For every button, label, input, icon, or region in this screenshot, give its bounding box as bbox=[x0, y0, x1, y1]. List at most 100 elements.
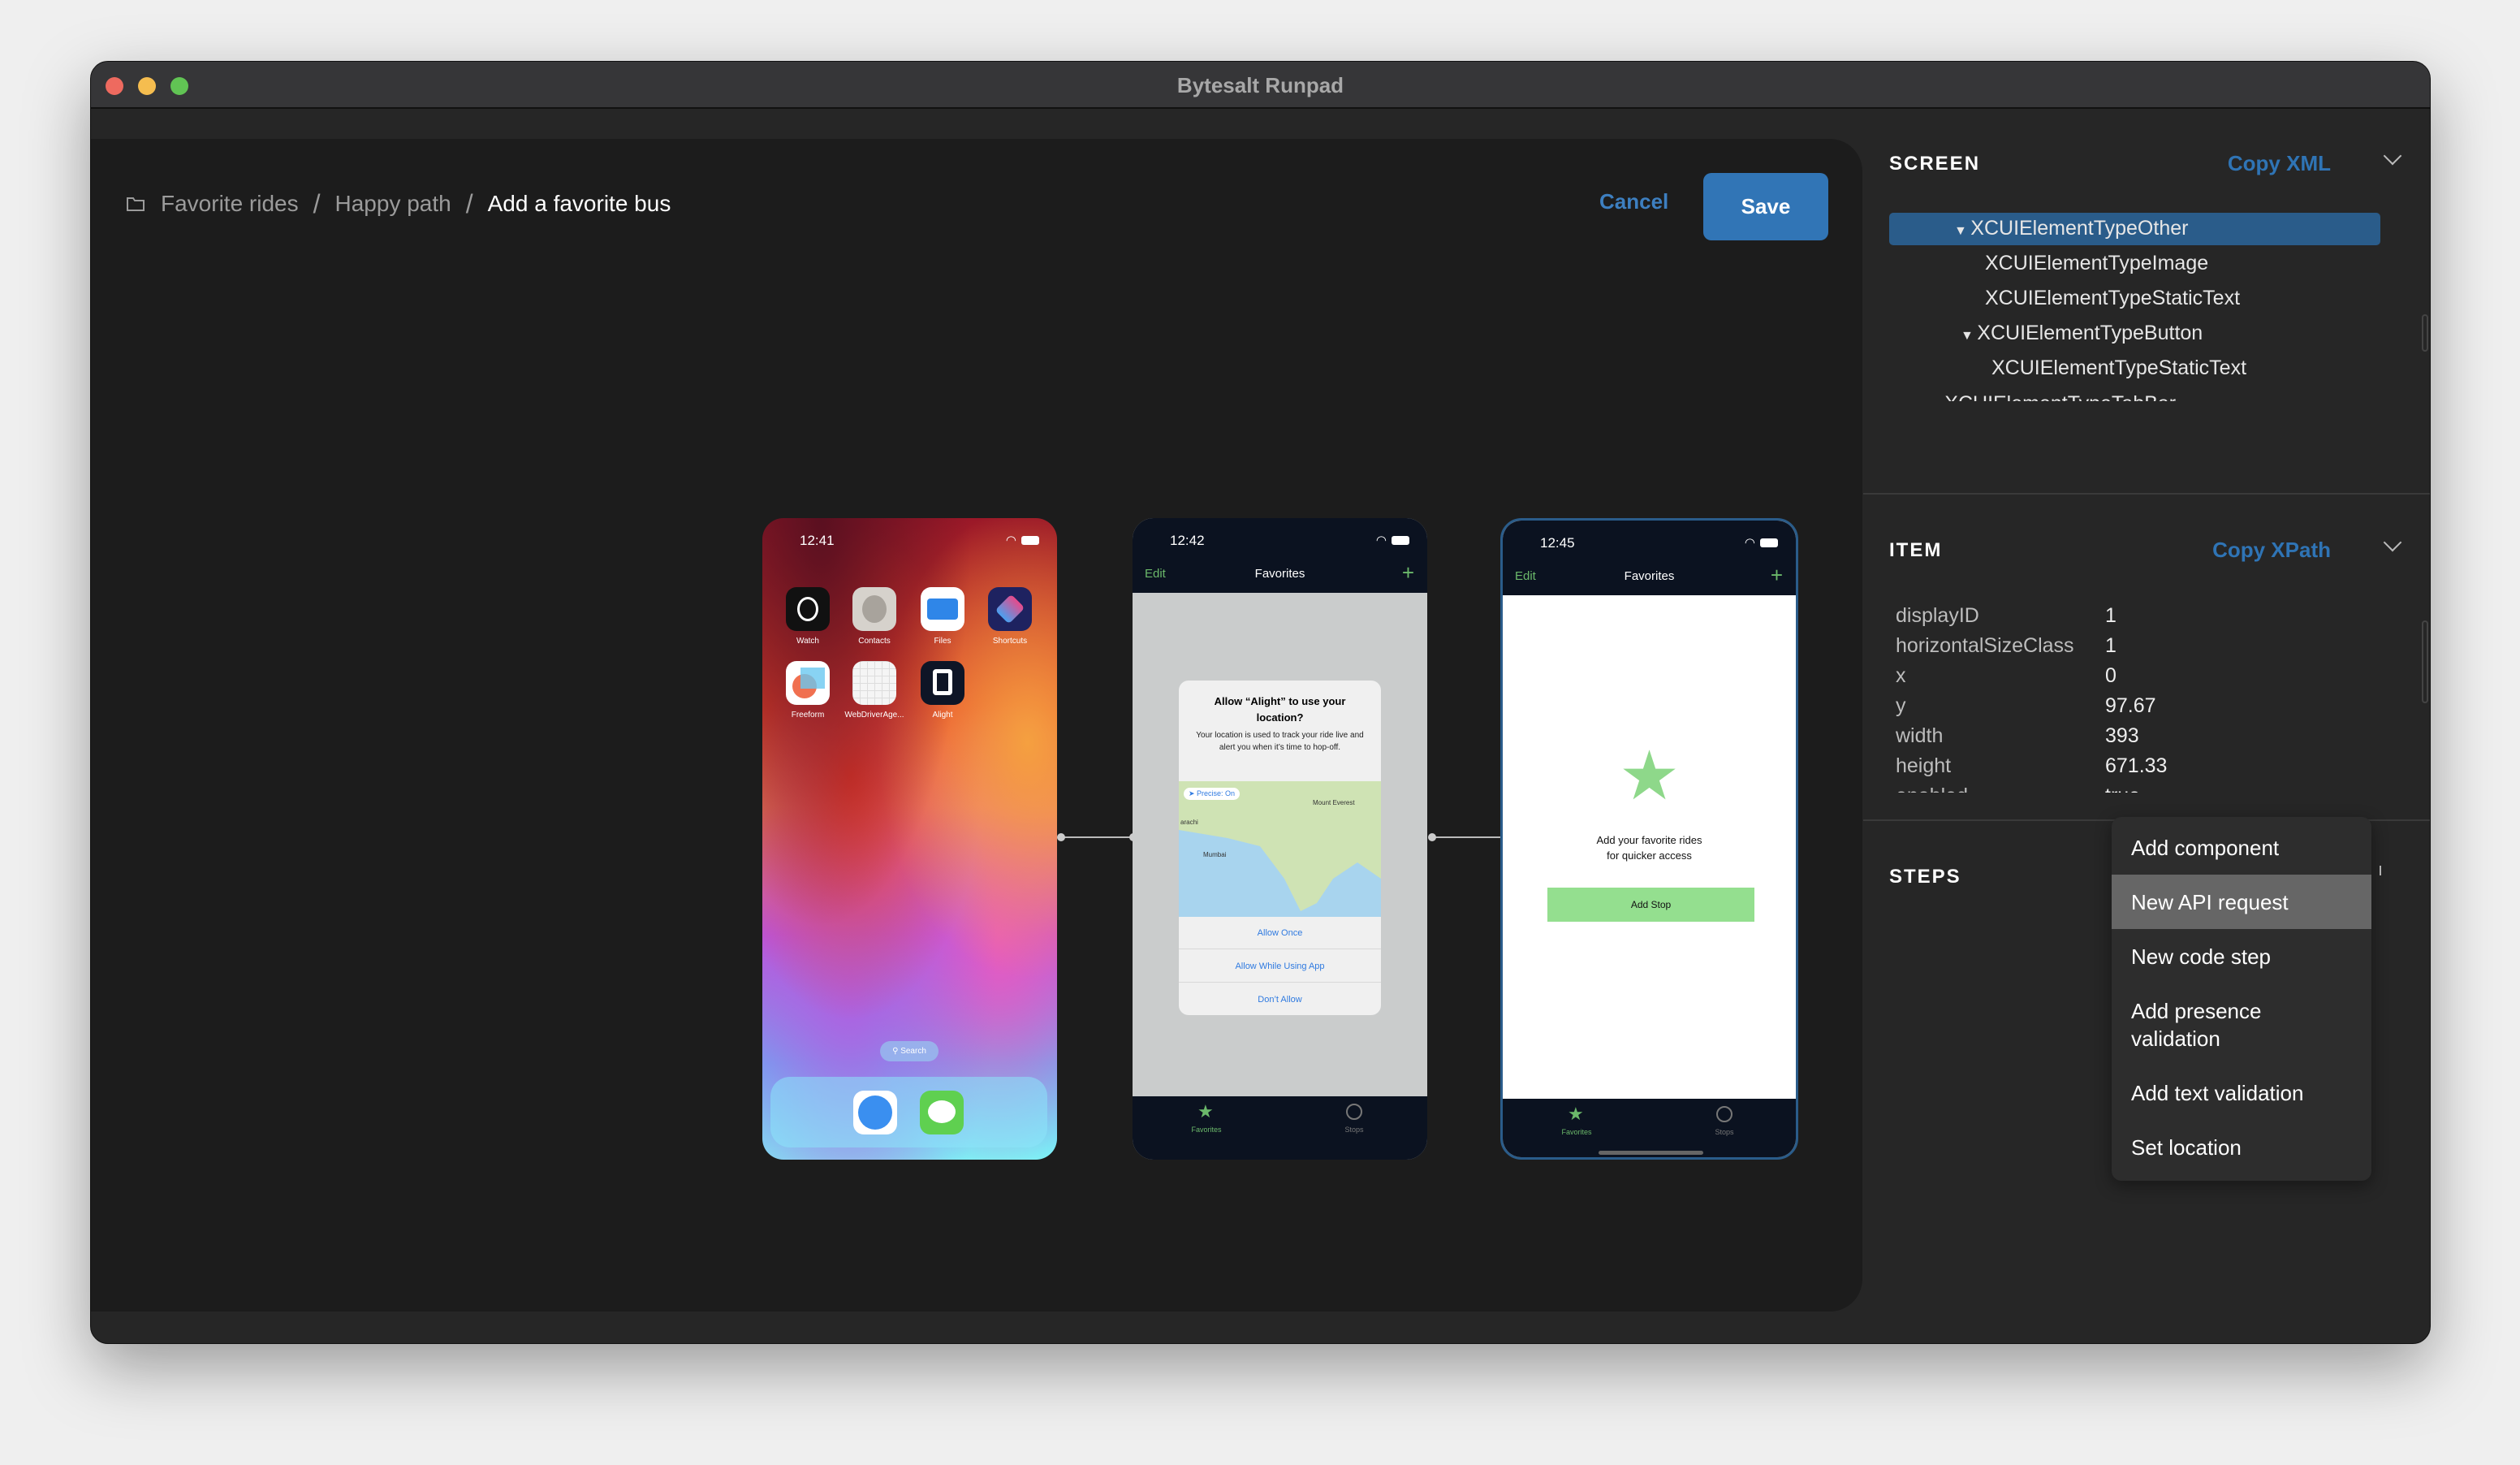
webdriveragent-app-icon[interactable] bbox=[852, 661, 896, 705]
screen-section-title: SCREEN bbox=[1889, 153, 1981, 175]
menu-item[interactable]: New code step bbox=[2112, 929, 2371, 983]
status-icons: ◠ bbox=[1376, 533, 1409, 547]
menu-item[interactable]: Add component bbox=[2112, 820, 2371, 875]
property-row: y 97.67 bbox=[1896, 691, 2156, 721]
item-section-title: ITEM bbox=[1889, 539, 1943, 561]
tab-favorites[interactable]: Favorites bbox=[1544, 1128, 1609, 1136]
status-icons: ◠ bbox=[1006, 533, 1039, 547]
empty-text-line: for quicker access bbox=[1607, 849, 1692, 862]
chevron-down-icon[interactable] bbox=[2383, 146, 2402, 166]
safari-icon[interactable] bbox=[853, 1091, 897, 1134]
app-label: Alight bbox=[932, 711, 953, 720]
tree-node[interactable]: ▼ XCUIElementTypeTabBar bbox=[1863, 387, 2423, 401]
menu-item[interactable]: New API request bbox=[2112, 875, 2371, 929]
battery-icon bbox=[1392, 535, 1409, 545]
menu-item[interactable]: Add presence validation bbox=[2112, 983, 2371, 1065]
menu-item[interactable]: Add text validation bbox=[2112, 1065, 2371, 1120]
star-icon[interactable]: ★ bbox=[1197, 1101, 1214, 1122]
app-label: Files bbox=[934, 637, 951, 646]
breadcrumb-item[interactable]: Favorite rides bbox=[161, 191, 299, 217]
save-button[interactable]: Save bbox=[1703, 173, 1828, 240]
wifi-icon: ◠ bbox=[1005, 534, 1016, 547]
app-label: Watch bbox=[796, 637, 819, 646]
cancel-button[interactable]: Cancel bbox=[1599, 189, 1668, 214]
status-time: 12:45 bbox=[1540, 535, 1575, 551]
alert-body: Your location is used to track your ride… bbox=[1196, 731, 1364, 752]
caret-down-icon: ▼ bbox=[1928, 400, 1944, 401]
property-row: x0 bbox=[1896, 661, 2117, 691]
tree-node[interactable]: ▼ XCUIElementTypeButton bbox=[1863, 316, 2430, 351]
watch-app-icon[interactable] bbox=[786, 587, 830, 631]
search-label: Search bbox=[900, 1047, 926, 1056]
menu-item[interactable]: Set location bbox=[2112, 1120, 2371, 1174]
property-value: 1 bbox=[2105, 634, 2117, 657]
dock bbox=[770, 1077, 1047, 1147]
item-scrollbar[interactable] bbox=[2422, 620, 2428, 703]
allow-while-using-button[interactable]: Allow While Using App bbox=[1179, 950, 1381, 983]
chevron-down-icon[interactable] bbox=[2383, 533, 2402, 552]
copy-xpath-button[interactable]: Copy XPath bbox=[2212, 538, 2331, 563]
add-icon[interactable]: + bbox=[1771, 563, 1783, 588]
precise-label: Precise: On bbox=[1197, 789, 1236, 797]
phone-screen-permission[interactable]: 12:42 ◠ Edit Favorites + Allow “Alight” … bbox=[1133, 518, 1427, 1160]
phone-screen-favorites[interactable]: 12:45 ◠ Edit Favorites + ★ Add your favo… bbox=[1500, 518, 1798, 1160]
properties-list: displayID 1 horizontalSizeClass 1 x 0 y 97.67 wi… bbox=[1863, 598, 2423, 793]
stops-icon[interactable] bbox=[1346, 1104, 1362, 1120]
connector-handle[interactable] bbox=[1057, 833, 1065, 841]
property-value: 97.67 bbox=[2105, 694, 2156, 717]
battery-icon bbox=[1021, 535, 1039, 545]
property-key: enabled bbox=[1896, 781, 2105, 793]
location-arrow-icon: ➤ bbox=[1189, 789, 1197, 797]
add-step-menu: Add component New API request New code ste… bbox=[2112, 817, 2371, 1181]
property-key: displayID bbox=[1896, 604, 1979, 627]
phone-screen-home[interactable]: 12:41 ◠ Watch Contacts Files Shortcuts F… bbox=[762, 518, 1057, 1160]
tab-stops[interactable]: Stops bbox=[1322, 1126, 1387, 1134]
add-stop-button[interactable]: Add Stop bbox=[1547, 888, 1754, 922]
tab-favorites[interactable]: Favorites bbox=[1174, 1126, 1239, 1134]
property-row: width 393 bbox=[1896, 721, 2139, 751]
shortcuts-app-icon[interactable] bbox=[988, 587, 1032, 631]
tree-node[interactable]: XCUIElementTypeImage bbox=[1863, 246, 2430, 281]
property-row: height 671.33 bbox=[1896, 751, 2167, 781]
allow-once-button[interactable]: Allow Once bbox=[1179, 917, 1381, 949]
alight-app-icon[interactable] bbox=[921, 661, 964, 705]
steps-menu-anchor bbox=[2380, 866, 2381, 875]
map-label: arachi bbox=[1180, 819, 1198, 826]
app-label: WebDriverAge... bbox=[844, 711, 904, 720]
copy-xml-button[interactable]: Copy XML bbox=[2228, 151, 2331, 176]
property-key: x bbox=[1896, 664, 1906, 687]
star-icon: ★ bbox=[1618, 737, 1681, 814]
add-icon[interactable]: + bbox=[1402, 560, 1414, 586]
files-app-icon[interactable] bbox=[921, 587, 964, 631]
property-value: 393 bbox=[2105, 724, 2139, 747]
screen-scrollbar[interactable] bbox=[2422, 314, 2428, 352]
breadcrumb-item[interactable]: Happy path bbox=[335, 191, 451, 217]
map-label: Mumbai bbox=[1203, 851, 1227, 858]
map-label: Mount Everest bbox=[1313, 799, 1355, 806]
tab-stops[interactable]: Stops bbox=[1692, 1128, 1757, 1136]
dont-allow-button[interactable]: Don’t Allow bbox=[1179, 983, 1381, 1015]
nav-bar bbox=[1503, 521, 1796, 595]
property-key: y bbox=[1896, 694, 1906, 717]
home-indicator bbox=[1599, 1151, 1703, 1155]
property-row: displayID 1 bbox=[1896, 601, 2117, 631]
tree-node[interactable]: ▼ XCUIElementTypeOther bbox=[1863, 211, 2430, 246]
steps-section-title: STEPS bbox=[1889, 866, 1961, 888]
home-search-pill[interactable]: ⚲ Search bbox=[880, 1041, 939, 1061]
stops-icon[interactable] bbox=[1716, 1106, 1732, 1122]
contacts-app-icon[interactable] bbox=[852, 587, 896, 631]
status-time: 12:41 bbox=[800, 533, 835, 548]
tree-node[interactable]: XCUIElementTypeStaticText bbox=[1863, 351, 2430, 386]
breadcrumb-separator: / bbox=[313, 188, 321, 218]
property-value: 0 bbox=[2105, 664, 2117, 687]
messages-icon[interactable] bbox=[920, 1091, 964, 1134]
title-bar: Bytesalt Runpad bbox=[91, 62, 2430, 109]
status-icons: ◠ bbox=[1745, 535, 1778, 550]
precise-toggle[interactable]: ➤ Precise: On bbox=[1184, 788, 1241, 800]
tree-node[interactable]: XCUIElementTypeStaticText bbox=[1863, 281, 2430, 316]
property-value: true bbox=[2105, 784, 2140, 793]
connector-handle[interactable] bbox=[1428, 833, 1436, 841]
star-icon[interactable]: ★ bbox=[1568, 1104, 1584, 1125]
freeform-app-icon[interactable] bbox=[786, 661, 830, 705]
nav-title: Favorites bbox=[1254, 567, 1305, 581]
